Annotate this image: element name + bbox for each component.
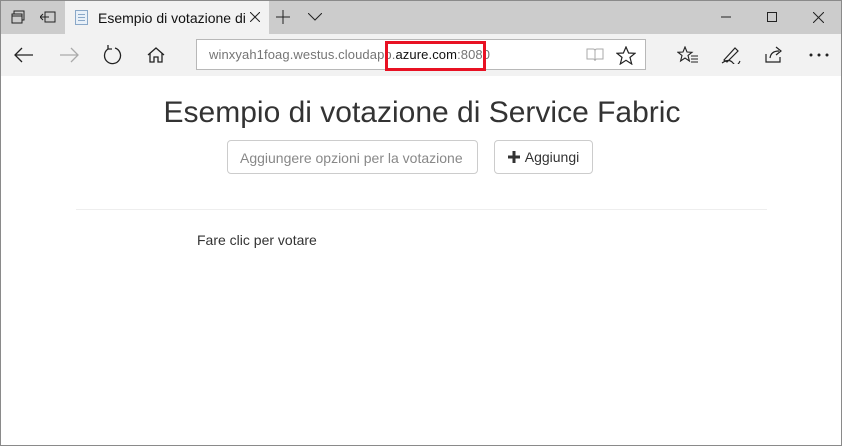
pen-icon[interactable] [713,38,749,72]
plus-icon[interactable] [273,7,293,27]
close-icon[interactable] [795,1,841,33]
favorites-icon[interactable] [670,38,706,72]
refresh-icon[interactable] [94,38,130,72]
back-arrow-icon[interactable] [6,38,42,72]
add-button[interactable]: Aggiungi [494,140,593,174]
forward-arrow-icon[interactable] [51,38,87,72]
minimize-icon[interactable] [703,1,749,33]
more-icon[interactable] [801,38,837,72]
tab-bar: Esempio di votazione di [1,1,841,34]
page-title: Esempio di votazione di Service Fabric [163,96,681,129]
tab-active[interactable]: Esempio di votazione di [65,1,269,34]
tabs-aside-icon[interactable] [5,6,31,28]
share-icon[interactable] [756,38,792,72]
input-placeholder: Aggiungere opzioni per la votazione [240,150,463,166]
plus-icon [507,151,520,163]
star-icon[interactable] [615,45,637,65]
url-highlight-box [385,41,486,71]
chevron-down-icon[interactable] [305,7,325,27]
divider [76,209,767,210]
add-button-label: Aggiungi [524,149,580,165]
reading-view-icon[interactable] [584,45,606,65]
tab-title: Esempio di votazione di [98,10,246,26]
set-aside-icon[interactable] [35,6,61,28]
maximize-icon[interactable] [749,1,795,33]
page-content: Esempio di votazione di Service Fabric A… [1,76,841,445]
page-icon [75,10,88,25]
browser-window: Esempio di votazione di winxyah1foag.wes… [0,0,842,446]
home-icon[interactable] [138,38,174,72]
vote-option-input[interactable]: Aggiungere opzioni per la votazione [227,140,478,174]
close-icon[interactable] [245,7,265,27]
vote-prompt: Fare clic per votare [197,232,317,248]
